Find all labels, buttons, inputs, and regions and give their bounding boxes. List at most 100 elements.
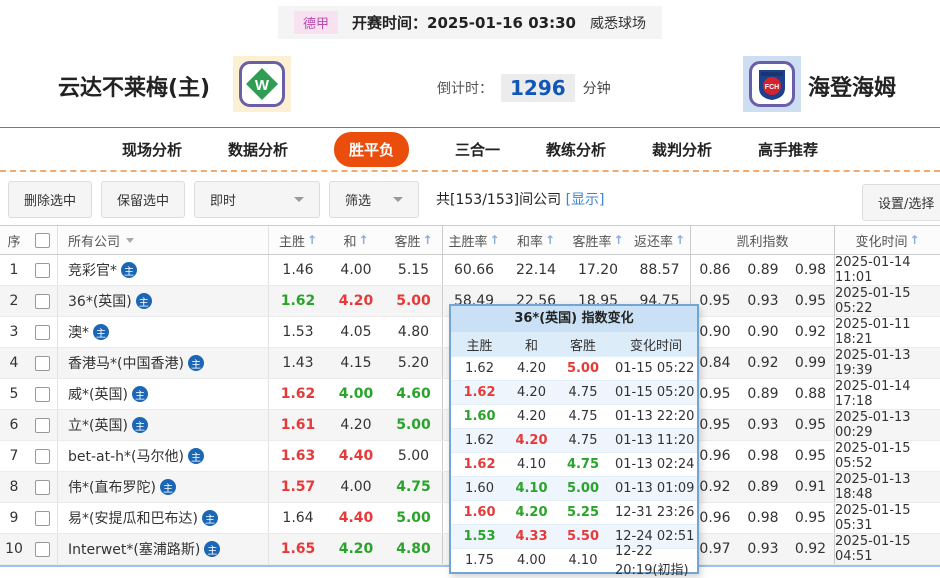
kelly-cell: 0.98: [787, 255, 835, 285]
header-index: 序: [7, 234, 21, 250]
change-time-cell: 2025-01-15 05:31: [835, 503, 911, 533]
filter-dropdown[interactable]: 筛选: [329, 180, 420, 218]
odds-change-popup: 36*(英国) 指数变化 主胜 和 客胜 变化时间 1.62 4.20 5.00 01…: [449, 304, 699, 578]
live-odds-dropdown[interactable]: 即时: [194, 180, 321, 218]
header-home-odds[interactable]: 主胜 ↑: [269, 226, 327, 254]
tab-数据分析[interactable]: 数据分析: [228, 139, 288, 160]
tab-三合一[interactable]: 三合一: [455, 139, 500, 160]
draw-rate-cell: 22.14: [515, 262, 557, 278]
row-checkbox[interactable]: [35, 448, 50, 464]
header-company[interactable]: 所有公司: [58, 226, 269, 254]
chevron-down-icon: [294, 196, 305, 202]
popup-draw-odds: 4.20: [517, 385, 546, 400]
draw-odds-cell: 4.00: [338, 386, 374, 402]
company-cell[interactable]: 澳* 主: [58, 317, 269, 347]
row-checkbox[interactable]: [35, 417, 50, 433]
away-rate-cell: 17.20: [577, 262, 619, 278]
kelly-cell: 0.93: [747, 417, 779, 433]
keep-selected-button[interactable]: 保留选中: [101, 180, 186, 218]
change-time-cell: 2025-01-14 11:01: [835, 255, 911, 285]
show-link[interactable]: [显示]: [566, 192, 605, 208]
header-kelly: 凯利指数: [691, 226, 835, 254]
sort-up-icon: ↑: [544, 233, 556, 247]
row-checkbox[interactable]: [35, 324, 50, 340]
popup-home-odds: 1.75: [465, 553, 494, 568]
home-badge-icon: 主: [131, 417, 148, 433]
row-checkbox[interactable]: [35, 262, 50, 278]
sort-up-icon: ↑: [358, 233, 369, 247]
company-name: bet-at-h*(马尔他): [68, 449, 184, 465]
league-badge: 德甲: [294, 11, 339, 34]
company-cell[interactable]: bet-at-h*(马尔他) 主: [58, 441, 269, 471]
delete-selected-button[interactable]: 删除选中: [8, 180, 93, 218]
home-badge-icon: 主: [93, 324, 109, 340]
home-team-logo: W: [233, 56, 291, 112]
match-info-bar: 德甲 开赛时间：2025-01-16 03:30 威悉球场: [0, 6, 940, 39]
countdown-unit: 分钟: [582, 81, 611, 97]
row-checkbox[interactable]: [35, 386, 50, 402]
company-name: 竞彩官*: [68, 263, 117, 279]
away-team-name: 海登海姆: [808, 76, 897, 101]
company-cell[interactable]: 伟*(直布罗陀) 主: [58, 472, 269, 502]
popup-draw-odds: 4.33: [515, 529, 548, 544]
home-odds-cell: 1.62: [280, 293, 316, 309]
row-checkbox[interactable]: [35, 355, 50, 371]
company-cell[interactable]: Interwet*(塞浦路斯) 主: [58, 534, 269, 564]
header-draw-rate[interactable]: 和率 ↑: [505, 226, 567, 254]
change-time-cell: 2025-01-15 05:22: [835, 286, 911, 316]
kelly-cell: 0.89: [747, 386, 779, 402]
home-rate-cell: 60.66: [453, 262, 495, 278]
company-cell[interactable]: 立*(英国) 主: [58, 410, 269, 440]
row-checkbox[interactable]: [35, 510, 50, 526]
header-home-rate[interactable]: 主胜率 ↑: [443, 226, 505, 254]
company-cell[interactable]: 36*(英国) 主: [58, 286, 269, 316]
tab-现场分析[interactable]: 现场分析: [122, 139, 182, 160]
home-odds-cell: 1.46: [282, 262, 314, 278]
popup-home-odds: 1.62: [463, 457, 496, 472]
row-index: 4: [9, 355, 19, 371]
row-select-cell: [28, 348, 58, 378]
popup-home-odds: 1.62: [465, 433, 494, 448]
popup-change-time: 12-22 20:19(初指): [615, 543, 689, 578]
home-odds-cell: 1.61: [280, 417, 316, 433]
header-return-rate[interactable]: 返还率 ↑: [629, 226, 691, 254]
popup-home-odds: 1.60: [463, 505, 496, 520]
select-all-checkbox[interactable]: [35, 232, 50, 248]
company-cell[interactable]: 竞彩官* 主: [58, 255, 269, 285]
kickoff-time: 开赛时间：2025-01-16 03:30: [352, 14, 576, 32]
popup-header-time: 变化时间: [629, 338, 682, 354]
company-cell[interactable]: 易*(安提瓜和巴布达) 主: [58, 503, 269, 533]
header-select-all[interactable]: [28, 226, 58, 254]
header-away-rate[interactable]: 客胜率 ↑: [567, 226, 629, 254]
popup-change-time: 01-13 11:20: [615, 433, 695, 448]
away-odds-cell: 5.00: [385, 286, 443, 316]
popup-home-odds: 1.53: [463, 529, 496, 544]
company-name: 香港马*(中国香港): [68, 356, 184, 372]
row-checkbox[interactable]: [35, 541, 50, 557]
row-checkbox[interactable]: [35, 479, 50, 495]
company-cell[interactable]: 威*(英国) 主: [58, 379, 269, 409]
kelly-cell: 0.95: [787, 441, 835, 471]
tab-胜平负[interactable]: 胜平负: [333, 131, 409, 167]
header-draw-odds[interactable]: 和 ↑: [327, 226, 385, 254]
kelly-cell: 0.92: [787, 534, 835, 564]
popup-row: 1.60 4.10 5.00 01-13 01:09: [451, 476, 697, 500]
sort-up-icon: ↑: [613, 233, 624, 247]
kelly-cell: 0.89: [747, 262, 779, 278]
row-select-cell: [28, 317, 58, 347]
row-select-cell: [28, 255, 58, 285]
home-odds-cell: 1.65: [280, 541, 316, 557]
tab-教练分析[interactable]: 教练分析: [546, 139, 606, 160]
settings-button[interactable]: 设置/选择: [862, 184, 940, 221]
header-change-time[interactable]: 变化时间 ↑: [835, 226, 940, 254]
company-cell[interactable]: 香港马*(中国香港) 主: [58, 348, 269, 378]
home-badge-icon: 主: [204, 541, 221, 557]
tab-高手推荐[interactable]: 高手推荐: [758, 139, 818, 160]
countdown-value: 1296: [501, 74, 575, 102]
row-checkbox[interactable]: [35, 293, 50, 309]
popup-change-time: 01-15 05:22: [615, 361, 695, 376]
tab-裁判分析[interactable]: 裁判分析: [652, 139, 712, 160]
popup-away-odds: 5.50: [566, 529, 600, 544]
live-odds-dropdown-label: 即时: [210, 193, 237, 209]
header-away-odds[interactable]: 客胜 ↑: [385, 226, 443, 254]
